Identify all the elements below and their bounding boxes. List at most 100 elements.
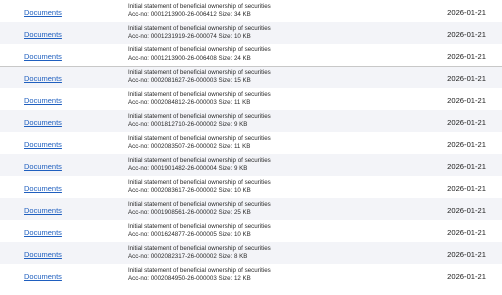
filing-description: Initial statement of beneficial ownershi… — [128, 134, 271, 142]
date-cell: 2026-01-21 — [408, 65, 502, 88]
documents-cell: Documents — [0, 220, 128, 242]
filing-details: Acc-no: 0002082317-26-000002 Size: 8 KB — [128, 253, 248, 260]
date-cell: 2026-01-21 — [408, 264, 502, 286]
documents-link[interactable]: Documents — [24, 74, 62, 83]
filing-description: Initial statement of beneficial ownershi… — [128, 222, 271, 230]
date-cell: 2026-01-21 — [408, 198, 502, 220]
date-cell: 2026-01-21 — [408, 242, 502, 264]
filing-details: Acc-no: 0001231919-26-000074 Size: 10 KB — [128, 33, 251, 40]
filing-date: 2026-01-21 — [447, 30, 486, 39]
filing-description: Initial statement of beneficial ownershi… — [128, 24, 271, 32]
filing-description: Initial statement of beneficial ownershi… — [128, 244, 271, 252]
filing-details: Acc-no: 0001213900-26-006408 Size: 24 KB — [128, 54, 251, 62]
description-cell: Initial statement of beneficial ownershi… — [128, 110, 408, 132]
filing-date: 2026-01-21 — [447, 140, 486, 149]
documents-cell: Documents — [0, 198, 128, 220]
documents-cell: Documents — [0, 242, 128, 264]
filing-description: Initial statement of beneficial ownershi… — [128, 266, 271, 274]
filing-date: 2026-01-21 — [447, 250, 486, 259]
documents-cell: Documents — [0, 110, 128, 132]
description-cell: Initial statement of beneficial ownershi… — [128, 220, 408, 242]
documents-link[interactable]: Documents — [24, 184, 62, 193]
date-cell: 2026-01-21 — [408, 220, 502, 242]
filing-date: 2026-01-21 — [447, 184, 486, 193]
filing-description: Initial statement of beneficial ownershi… — [128, 112, 271, 120]
description-cell: Initial statement of beneficial ownershi… — [128, 242, 408, 264]
date-cell: 2026-01-21 — [408, 176, 502, 198]
description-cell: Initial statement of beneficial ownershi… — [128, 198, 408, 220]
filing-details: Acc-no: 0001624877-26-000005 Size: 10 KB — [128, 231, 251, 238]
filing-details: Acc-no: 0001213900-26-006412 Size: 34 KB — [128, 11, 251, 18]
table-row: Documents Initial statement of beneficia… — [0, 220, 502, 242]
filings-table: Documents Initial statement of beneficia… — [0, 0, 502, 286]
date-cell: 2026-01-21 — [408, 0, 502, 22]
table-row: Documents Initial statement of beneficia… — [0, 110, 502, 132]
filing-date: 2026-01-21 — [447, 228, 486, 237]
filing-date: 2026-01-21 — [447, 272, 486, 281]
filing-details: Acc-no: 0002084812-26-000003 Size: 11 KB — [128, 99, 251, 106]
documents-cell: Documents — [0, 264, 128, 286]
table-row: Documents Initial statement of beneficia… — [0, 0, 502, 22]
description-cell: Initial statement of beneficial ownershi… — [128, 65, 408, 88]
filing-details: Acc-no: 0001908561-26-000002 Size: 25 KB — [128, 209, 251, 216]
description-cell: Initial statement of beneficial ownershi… — [128, 176, 408, 198]
date-cell: 2026-01-21 — [408, 110, 502, 132]
description-cell: Initial statement of beneficial ownershi… — [128, 154, 408, 176]
documents-cell: Documents — [0, 0, 128, 22]
table-row: Documents Initial statement of beneficia… — [0, 242, 502, 264]
documents-link[interactable]: Documents — [24, 8, 62, 17]
documents-cell: Documents — [0, 154, 128, 176]
description-cell: Initial statement of beneficial ownershi… — [128, 132, 408, 154]
date-cell: 2026-01-21 — [408, 22, 502, 44]
filing-details: Acc-no: 0002083507-26-000002 Size: 11 KB — [128, 143, 251, 150]
filings-table-body: Documents Initial statement of beneficia… — [0, 0, 502, 286]
filing-description: Initial statement of beneficial ownershi… — [128, 156, 271, 164]
filing-description: Initial statement of beneficial ownershi… — [128, 200, 271, 208]
filing-date: 2026-01-21 — [447, 162, 486, 171]
documents-link[interactable]: Documents — [24, 30, 62, 39]
table-row: Documents Initial statement of beneficia… — [0, 88, 502, 110]
documents-link[interactable]: Documents — [24, 272, 62, 281]
table-row: Documents Initial statement of beneficia… — [0, 22, 502, 44]
filing-date: 2026-01-21 — [447, 51, 486, 61]
filing-details: Acc-no: 0002084950-26-000003 Size: 12 KB — [128, 275, 251, 282]
table-row: Documents Initial statement of beneficia… — [0, 132, 502, 154]
filing-details: Acc-no: 0002081627-26-000003 Size: 15 KB — [128, 77, 251, 85]
filing-description: Initial statement of beneficial ownershi… — [128, 178, 271, 186]
filing-date: 2026-01-21 — [447, 118, 486, 127]
documents-link[interactable]: Documents — [24, 206, 62, 215]
description-cell: Initial statement of beneficial ownershi… — [128, 88, 408, 110]
documents-link[interactable]: Documents — [24, 162, 62, 171]
filing-description: Initial statement of beneficial ownershi… — [128, 68, 271, 76]
documents-cell: Documents — [0, 132, 128, 154]
description-cell: Initial statement of beneficial ownershi… — [128, 22, 408, 44]
documents-link[interactable]: Documents — [24, 96, 62, 105]
date-cell: 2026-01-21 — [408, 154, 502, 176]
documents-link[interactable]: Documents — [24, 250, 62, 259]
filing-description: Initial statement of beneficial ownershi… — [128, 46, 271, 54]
date-cell: 2026-01-21 — [408, 44, 502, 66]
documents-cell: Documents — [0, 44, 128, 66]
filing-details: Acc-no: 0002083617-26-000002 Size: 10 KB — [128, 187, 251, 194]
documents-link[interactable]: Documents — [24, 140, 62, 149]
filing-date: 2026-01-21 — [447, 206, 486, 215]
description-cell: Initial statement of beneficial ownershi… — [128, 44, 408, 66]
table-row: Documents Initial statement of beneficia… — [0, 176, 502, 198]
table-row: Documents Initial statement of beneficia… — [0, 44, 502, 66]
filing-description: Initial statement of beneficial ownershi… — [128, 90, 271, 98]
filing-details: Acc-no: 0001812710-26-000002 Size: 9 KB — [128, 121, 248, 128]
documents-link[interactable]: Documents — [24, 118, 62, 127]
documents-link[interactable]: Documents — [24, 228, 62, 237]
filing-details: Acc-no: 0001901482-26-000004 Size: 9 KB — [128, 165, 248, 172]
documents-cell: Documents — [0, 65, 128, 88]
table-row: Documents Initial statement of beneficia… — [0, 154, 502, 176]
filing-description: Initial statement of beneficial ownershi… — [128, 2, 271, 10]
date-cell: 2026-01-21 — [408, 132, 502, 154]
documents-cell: Documents — [0, 176, 128, 198]
filing-date: 2026-01-21 — [447, 96, 486, 105]
description-cell: Initial statement of beneficial ownershi… — [128, 264, 408, 286]
filing-date: 2026-01-21 — [447, 74, 486, 84]
documents-cell: Documents — [0, 88, 128, 110]
documents-link[interactable]: Documents — [24, 52, 62, 61]
table-row: Documents Initial statement of beneficia… — [0, 198, 502, 220]
